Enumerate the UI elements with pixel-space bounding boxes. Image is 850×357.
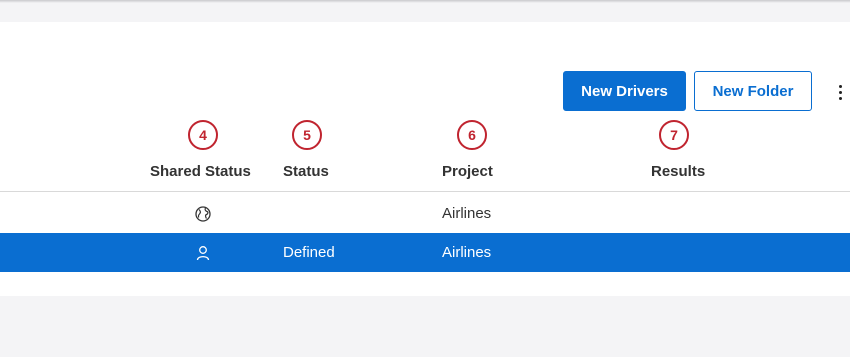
project-cell: Airlines xyxy=(442,244,492,261)
column-header-results[interactable]: Results xyxy=(651,163,705,180)
annotation-marker-5: 5 xyxy=(292,120,322,150)
new-folder-button[interactable]: New Folder xyxy=(694,71,812,111)
user-icon xyxy=(194,244,212,262)
project-cell: Airlines xyxy=(442,205,492,222)
status-cell: Defined xyxy=(283,244,335,261)
table-row-selected[interactable]: Defined Airlines xyxy=(0,233,850,272)
more-options-icon[interactable] xyxy=(832,80,848,104)
annotation-marker-7: 7 xyxy=(659,120,689,150)
table-row[interactable]: Airlines xyxy=(0,194,850,233)
annotation-marker-4: 4 xyxy=(188,120,218,150)
column-header-shared-status[interactable]: Shared Status xyxy=(150,163,251,180)
column-header-status[interactable]: Status xyxy=(283,163,329,180)
column-header-project[interactable]: Project xyxy=(442,163,493,180)
annotation-marker-6: 6 xyxy=(457,120,487,150)
header-divider xyxy=(0,191,850,192)
top-strip xyxy=(0,0,850,22)
top-shadow xyxy=(0,0,850,3)
new-drivers-button[interactable]: New Drivers xyxy=(563,71,686,111)
globe-icon xyxy=(194,205,212,223)
